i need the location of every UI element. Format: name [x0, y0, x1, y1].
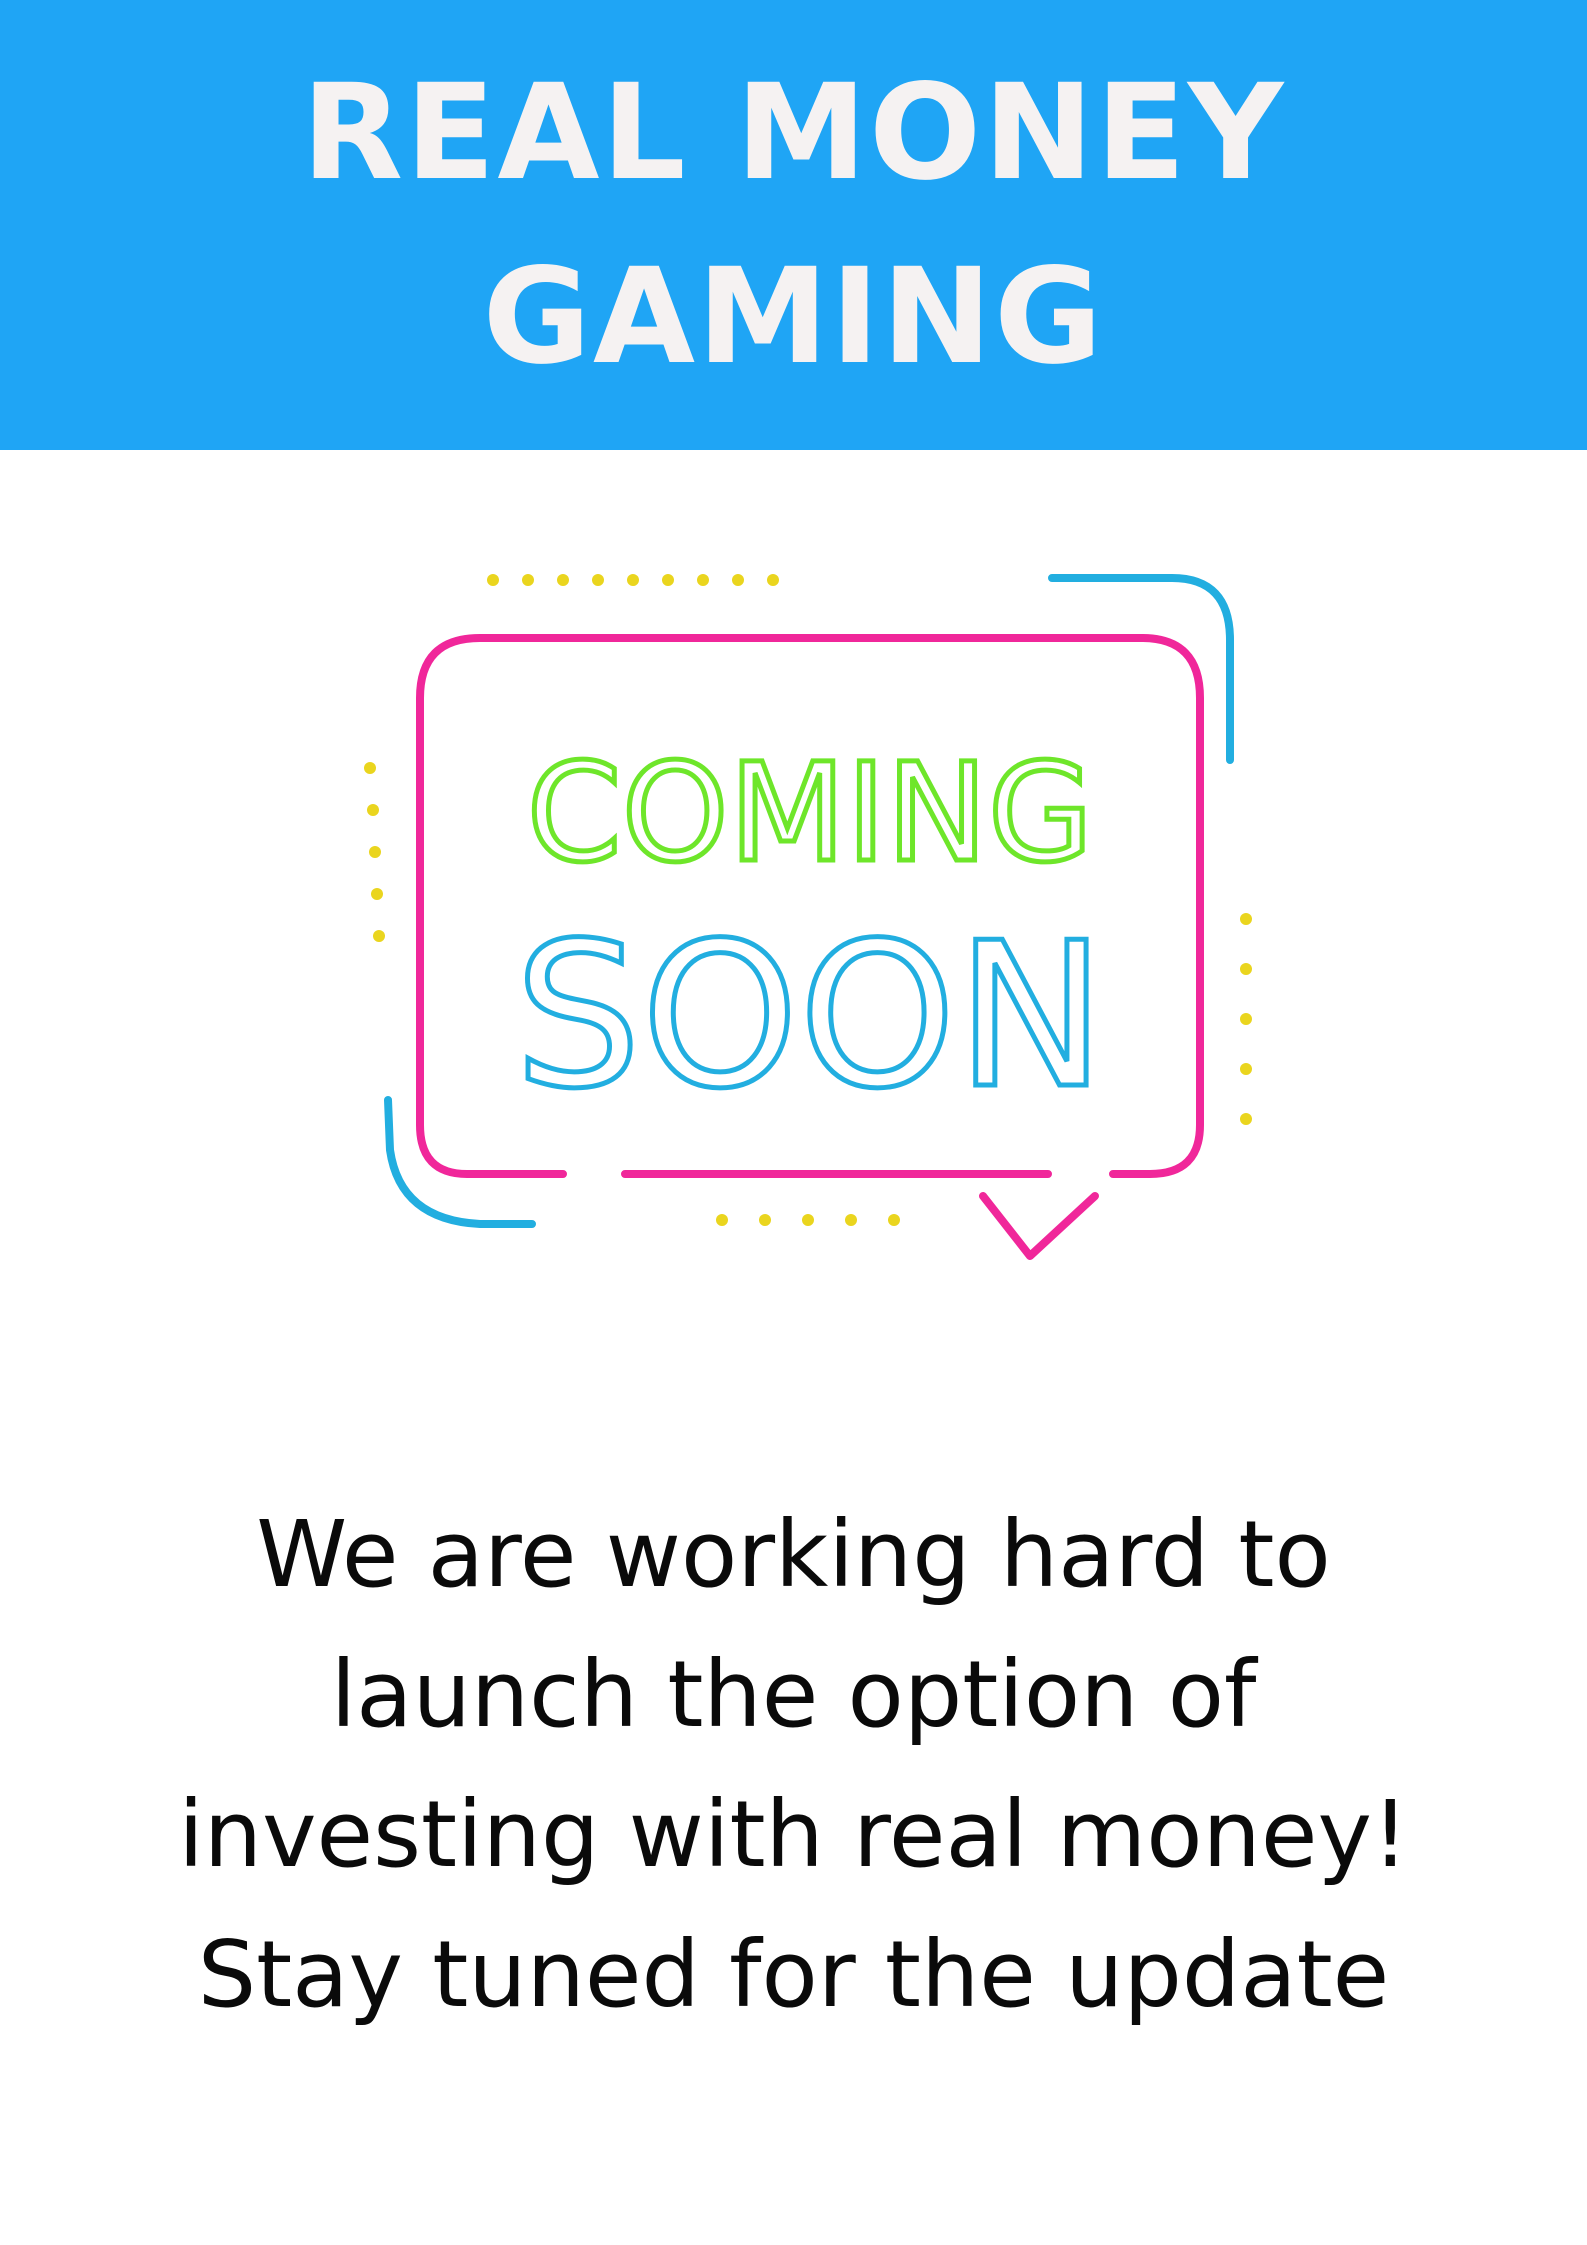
message-line-4: Stay tuned for the update — [197, 1921, 1390, 2028]
message-line-1: We are working hard to — [256, 1501, 1331, 1608]
coming-soon-sign: COMING SOON — [364, 574, 1252, 1260]
header-banner: REAL MONEY GAMING — [0, 0, 1587, 450]
title-line-1: REAL MONEY — [301, 56, 1286, 210]
sign-tail — [979, 1192, 1099, 1260]
sign-dots-right — [1240, 913, 1252, 1125]
message-line-3: investing with real money! — [178, 1781, 1409, 1888]
poster-page: REAL MONEY GAMING COMING SOON We are wor… — [0, 0, 1587, 2245]
sign-text-soon: SOON — [514, 900, 1105, 1133]
announcement-message: We are working hard to launch the option… — [0, 1485, 1587, 2045]
title-line-2: GAMING — [482, 240, 1105, 394]
sign-dots-top — [487, 574, 779, 586]
message-line-2: launch the option of — [330, 1641, 1257, 1748]
sign-dots-bottom — [716, 1214, 900, 1226]
sign-accent-bottom-left — [384, 1096, 536, 1228]
sign-dots-left — [364, 762, 385, 942]
sign-text-coming: COMING — [527, 735, 1094, 893]
